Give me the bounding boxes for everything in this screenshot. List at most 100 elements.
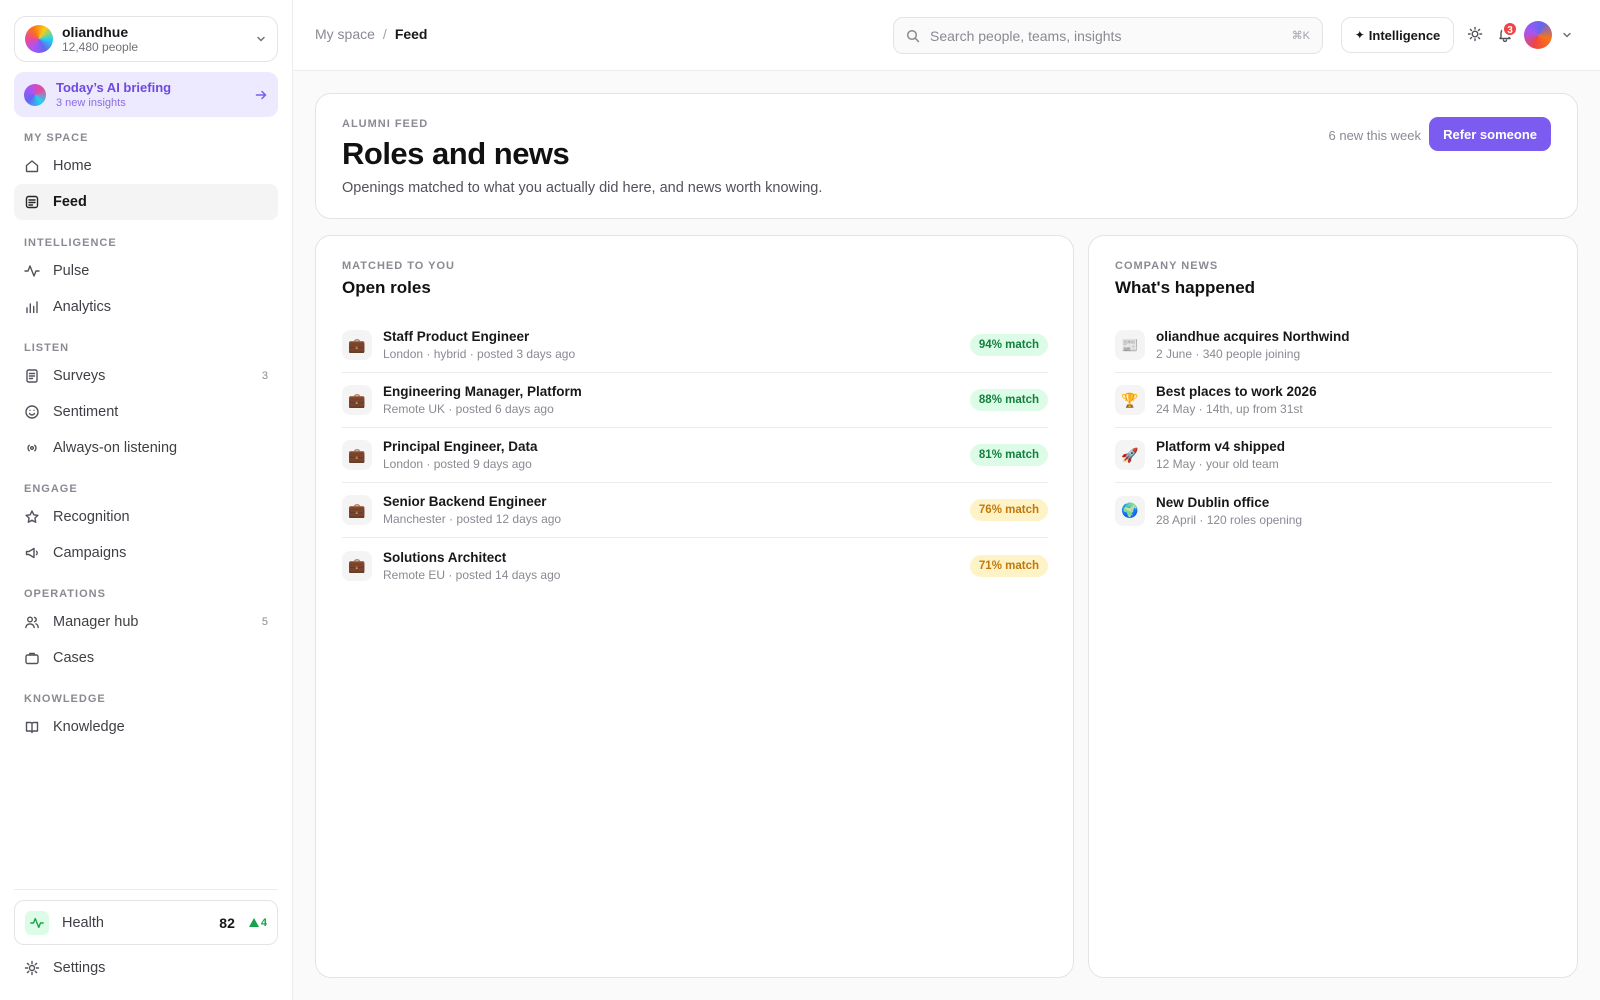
sidebar: oliandhue 12,480 people Today’s AI brief…: [0, 0, 293, 1000]
breadcrumb-my-space[interactable]: My space: [315, 26, 375, 42]
briefcase-icon: [24, 650, 40, 666]
match-badge: 71% match: [969, 554, 1048, 577]
nav-section-listen: LISTEN: [24, 342, 70, 354]
sidebar-item-label: Analytics: [53, 299, 112, 315]
nav-section-intelligence: INTELLIGENCE: [24, 237, 117, 249]
list-item[interactable]: 🏆 Best places to work 2026 24 May · 14th, …: [1115, 373, 1552, 428]
avatar[interactable]: [1524, 21, 1552, 49]
page-eyebrow: ALUMNI FEED: [342, 118, 429, 130]
sidebar-item-label: Feed: [53, 194, 87, 210]
briefcase-icon: 💼: [342, 495, 372, 525]
sidebar-item-analytics[interactable]: Analytics: [14, 289, 278, 325]
list-item-title: Best places to work 2026: [1156, 384, 1317, 399]
sidebar-item-label: Surveys: [53, 368, 106, 384]
refer-someone-button[interactable]: Refer someone: [1429, 117, 1551, 151]
bar-chart-icon: [24, 299, 40, 315]
feed-icon: [24, 194, 40, 210]
open-roles-card: MATCHED TO YOU Open roles 💼 Staff Product…: [315, 235, 1074, 978]
nav-section-my-space: MY SPACE: [24, 132, 89, 144]
smile-icon: [24, 404, 40, 420]
list-item-meta: London · hybrid · posted 3 days ago: [383, 347, 576, 361]
sidebar-item-sentiment[interactable]: Sentiment: [14, 394, 278, 430]
sidebar-item-count: 5: [261, 616, 268, 628]
list-item[interactable]: 💼 Staff Product Engineer London · hybrid ·…: [342, 318, 1048, 373]
settings-label: Settings: [53, 960, 106, 976]
sidebar-item-knowledge[interactable]: Knowledge: [14, 709, 278, 745]
ai-briefing-card[interactable]: Today’s AI briefing 3 new insights: [14, 72, 278, 117]
search-icon: [906, 29, 920, 43]
news-eyebrow: COMPANY NEWS: [1115, 260, 1219, 272]
org-name: oliandhue: [62, 23, 129, 40]
list-item-title: Principal Engineer, Data: [383, 439, 538, 454]
list-item-title: Engineering Manager, Platform: [383, 384, 582, 399]
sidebar-item-count: 3: [261, 370, 268, 382]
list-item-title: Platform v4 shipped: [1156, 439, 1286, 454]
users-icon: [24, 614, 40, 630]
theme-toggle-sun-icon[interactable]: [1467, 26, 1483, 42]
pulse-icon: [25, 910, 49, 935]
chevron-down-icon: [255, 33, 267, 45]
list-item-title: Senior Backend Engineer: [383, 494, 547, 509]
sidebar-item-campaigns[interactable]: Campaigns: [14, 535, 278, 571]
list-item-meta: Manchester · posted 12 days ago: [383, 512, 562, 526]
list-item[interactable]: 🌍 New Dublin office 28 April · 120 roles o…: [1115, 483, 1552, 538]
list-item-title: Solutions Architect: [383, 549, 507, 565]
sidebar-item-recognition[interactable]: Recognition: [14, 499, 278, 535]
top-bar: My space / Feed ⌘K ✦ Intelligence 3: [293, 0, 1600, 71]
list-item-meta: 24 May · 14th, up from 31st: [1156, 402, 1303, 416]
settings-link[interactable]: Settings: [14, 950, 278, 986]
org-switcher[interactable]: oliandhue 12,480 people: [14, 16, 278, 62]
news-icon: 🏆: [1115, 385, 1145, 415]
gear-icon: [24, 960, 40, 976]
clipboard-icon: [24, 368, 40, 384]
briefing-subtitle: 3 new insights: [56, 96, 126, 109]
sidebar-item-cases[interactable]: Cases: [14, 640, 278, 676]
page-header-card: ALUMNI FEED Roles and news Openings matc…: [315, 93, 1578, 219]
arrow-right-icon: [254, 88, 268, 102]
sparkle-icon: ✦: [1354, 28, 1365, 42]
trend-up-icon: [248, 918, 259, 927]
broadcast-icon: [24, 440, 40, 456]
match-badge: 88% match: [969, 389, 1048, 411]
briefing-title: Today’s AI briefing: [56, 79, 172, 95]
health-score: 82: [219, 914, 235, 931]
list-item[interactable]: 💼 Engineering Manager, Platform Remote UK …: [342, 373, 1048, 428]
pulse-icon: [24, 263, 40, 279]
sidebar-item-feed[interactable]: Feed: [14, 184, 278, 220]
list-item[interactable]: 💼 Principal Engineer, Data London · posted…: [342, 428, 1048, 483]
org-logo: [25, 25, 53, 53]
nav-section-knowledge: KNOWLEDGE: [24, 693, 106, 705]
list-item-meta: 28 April · 120 roles opening: [1156, 512, 1303, 527]
megaphone-icon: [24, 545, 40, 561]
chevron-down-icon[interactable]: [1561, 29, 1573, 41]
page-title: Roles and news: [342, 136, 570, 171]
sidebar-item-label: Sentiment: [53, 404, 119, 420]
search-box[interactable]: ⌘K: [893, 17, 1323, 54]
search-input[interactable]: [930, 27, 1292, 44]
new-this-week: 6 new this week: [1328, 128, 1422, 143]
match-badge: 94% match: [969, 334, 1048, 356]
sidebar-item-pulse[interactable]: Pulse: [14, 253, 278, 289]
sidebar-item-manager-hub[interactable]: Manager hub 5: [14, 604, 278, 640]
sidebar-item-label: Always-on listening: [53, 440, 178, 456]
health-delta: 4: [248, 916, 267, 929]
news-icon: 🌍: [1115, 495, 1145, 526]
sidebar-item-label: Recognition: [53, 509, 130, 525]
news-title: What's happened: [1115, 278, 1256, 297]
intelligence-button[interactable]: ✦ Intelligence: [1341, 17, 1454, 53]
sidebar-item-label: Home: [53, 158, 92, 174]
list-item-meta: 2 June · 340 people joining: [1156, 347, 1301, 361]
list-item[interactable]: 🚀 Platform v4 shipped 12 May · your old te…: [1115, 428, 1552, 483]
sidebar-item-surveys[interactable]: Surveys 3: [14, 358, 278, 394]
ai-orb-icon: [24, 83, 46, 106]
sidebar-item-always-on-listening[interactable]: Always-on listening: [14, 430, 278, 466]
list-item[interactable]: 📰 oliandhue acquires Northwind 2 June · 34…: [1115, 318, 1552, 373]
briefcase-icon: 💼: [342, 385, 372, 415]
sidebar-item-home[interactable]: Home: [14, 148, 278, 184]
news-icon: 📰: [1115, 330, 1145, 360]
list-item[interactable]: 💼 Solutions Architect Remote EU · posted 1…: [342, 538, 1048, 593]
list-item[interactable]: 💼 Senior Backend Engineer Manchester · pos…: [342, 483, 1048, 538]
health-widget[interactable]: Health 82 4: [14, 900, 278, 945]
briefcase-icon: 💼: [342, 330, 372, 360]
health-delta-value: 4: [260, 916, 267, 929]
